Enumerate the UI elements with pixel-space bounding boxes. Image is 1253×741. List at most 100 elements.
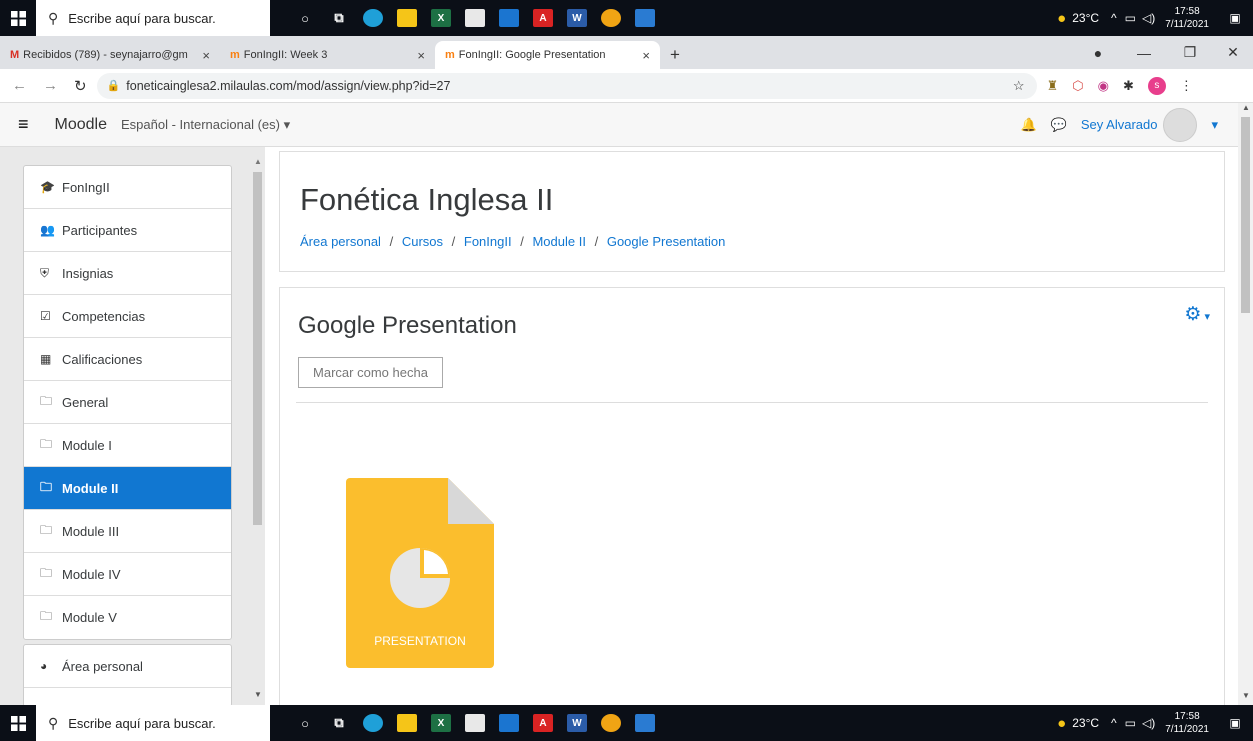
sidebar-scrollbar[interactable]: ▲ ▼ — [252, 157, 263, 699]
sidebar-item-dashboard[interactable]: ◕ Área personal — [24, 645, 231, 688]
close-tab-icon[interactable]: × — [417, 48, 425, 63]
sidebar-item-competencias[interactable]: ☑ Competencias — [24, 295, 231, 338]
sidebar-item-module-3[interactable]: 🗀 Module III — [24, 510, 231, 553]
tab-gmail[interactable]: M Recibidos (789) - seynajarro@gm × — [0, 41, 220, 69]
shield-icon: ⛨ — [40, 265, 50, 280]
weather-temp: 23°C — [1072, 11, 1100, 25]
close-tab-icon[interactable]: × — [202, 48, 210, 63]
tray-chevron-icon[interactable]: ^ — [1111, 716, 1117, 730]
scroll-up-icon[interactable]: ▲ — [1242, 103, 1250, 112]
edge-icon[interactable] — [356, 705, 390, 741]
breadcrumb-item[interactable]: Área personal — [300, 234, 381, 249]
sidebar-item-module-4[interactable]: 🗀 Module IV — [24, 553, 231, 596]
breadcrumb-item[interactable]: Cursos — [402, 234, 443, 249]
avatar — [1163, 107, 1198, 142]
chrome-icon[interactable] — [594, 705, 628, 741]
store-icon[interactable] — [458, 705, 492, 741]
breadcrumb-item[interactable]: Module II — [532, 234, 585, 249]
acrobat-icon[interactable]: A — [526, 0, 560, 36]
taskbar-search-input[interactable]: ⚲ Escribe aquí para buscar. — [36, 0, 270, 36]
mark-done-button[interactable]: Marcar como hecha — [298, 357, 443, 388]
sidebar-item-module-1[interactable]: 🗀 Module I — [24, 424, 231, 467]
moodle-brand[interactable]: Moodle — [55, 116, 107, 134]
breadcrumb-item[interactable]: FonIngII — [464, 234, 512, 249]
excel-icon[interactable]: X — [424, 705, 458, 741]
sidebar-item-calificaciones[interactable]: ▦ Calificaciones — [24, 338, 231, 381]
extension-icon[interactable]: ⬡ — [1072, 78, 1083, 94]
mail-icon[interactable] — [492, 0, 526, 36]
sidebar-item-general[interactable]: 🗀 General — [24, 381, 231, 424]
sidebar-item-module-2[interactable]: 🗀 Module II — [24, 467, 231, 510]
excel-icon[interactable]: X — [424, 0, 458, 36]
acrobat-icon[interactable]: A — [526, 705, 560, 741]
tab-google-presentation[interactable]: m FonIngII: Google Presentation × — [435, 41, 660, 69]
presentation-file-icon[interactable]: PRESENTATION — [346, 478, 494, 668]
sidebar-item-participantes[interactable]: 👥 Participantes — [24, 209, 231, 252]
browser-menu-icon[interactable]: ⋮ — [1180, 78, 1193, 94]
notifications-icon[interactable]: ▣ — [1217, 11, 1253, 25]
hamburger-menu-icon[interactable]: ≡ — [18, 114, 29, 135]
minimize-icon[interactable]: — — [1121, 45, 1167, 61]
windows-start-icon[interactable] — [0, 705, 36, 741]
site-nav-list: ◕ Área personal — [23, 644, 232, 707]
chrome-icon[interactable] — [594, 0, 628, 36]
bookmark-star-icon[interactable]: ☆ — [1013, 78, 1025, 94]
task-view-icon[interactable]: ⧉ — [322, 0, 356, 36]
cortana-icon[interactable]: ○ — [288, 0, 322, 36]
cortana-icon[interactable]: ○ — [288, 705, 322, 741]
search-icon: ⚲ — [48, 714, 59, 731]
page-scrollbar[interactable]: ▲ ▼ — [1238, 103, 1253, 705]
folder-icon: 🗀 — [40, 436, 53, 451]
main-region: Fonética Inglesa II Área personal / Curs… — [265, 147, 1238, 712]
moodle-icon: m — [230, 49, 240, 61]
messages-icon[interactable]: 💬 — [1051, 117, 1067, 133]
close-tab-icon[interactable]: × — [642, 48, 650, 63]
tray-chevron-icon[interactable]: ^ — [1111, 11, 1117, 25]
breadcrumb-item[interactable]: Google Presentation — [607, 234, 726, 249]
maximize-icon[interactable]: ❐ — [1167, 44, 1213, 61]
taskbar-clock[interactable]: 17:58 7/11/2021 — [1165, 710, 1209, 736]
edge-icon[interactable] — [356, 0, 390, 36]
sidebar-item-course[interactable]: 🎓 FonIngII — [24, 166, 231, 209]
scroll-up-icon[interactable]: ▲ — [254, 157, 262, 166]
volume-icon[interactable]: ◁) — [1142, 716, 1155, 730]
language-menu[interactable]: Español - Internacional (es) ▾ — [121, 117, 290, 133]
new-tab-button[interactable]: + — [660, 41, 690, 69]
mail-icon[interactable] — [492, 705, 526, 741]
store-icon[interactable] — [458, 0, 492, 36]
scroll-down-icon[interactable]: ▼ — [1242, 691, 1250, 700]
photos-icon[interactable] — [628, 0, 662, 36]
notifications-bell-icon[interactable]: 🔔 — [1020, 117, 1036, 133]
word-icon[interactable]: W — [560, 705, 594, 741]
notifications-icon[interactable]: ▣ — [1217, 716, 1253, 730]
settings-gear-icon[interactable]: ⚙ ▾ — [1184, 303, 1210, 326]
scroll-down-icon[interactable]: ▼ — [254, 690, 262, 699]
url-input[interactable]: 🔒 foneticainglesa2.milaulas.com/mod/assi… — [96, 72, 1037, 99]
reload-icon[interactable]: ↻ — [74, 77, 87, 95]
taskbar-clock[interactable]: 17:58 7/11/2021 — [1165, 5, 1209, 31]
back-icon[interactable]: ← — [12, 77, 27, 94]
sidebar-item-module-5[interactable]: 🗀 Module V — [24, 596, 231, 639]
file-explorer-icon[interactable] — [390, 0, 424, 36]
tab-search-icon[interactable]: ● — [1075, 45, 1121, 61]
extensions-puzzle-icon[interactable]: ✱ — [1123, 78, 1134, 94]
file-type-label: PRESENTATION — [374, 634, 466, 648]
volume-icon[interactable]: ◁) — [1142, 11, 1155, 25]
weather-icon: ● — [1057, 714, 1067, 732]
check-square-icon: ☑ — [40, 309, 51, 323]
forward-icon[interactable]: → — [43, 77, 58, 94]
user-menu[interactable]: Sey Alvarado ▾ — [1081, 107, 1218, 142]
file-explorer-icon[interactable] — [390, 705, 424, 741]
close-window-icon[interactable]: ✕ — [1213, 44, 1253, 61]
sidebar-item-insignias[interactable]: ⛨ Insignias — [24, 252, 231, 295]
chevron-down-icon: ▾ — [1211, 116, 1218, 132]
extension-icon[interactable]: ◉ — [1098, 78, 1109, 94]
profile-avatar[interactable]: s — [1147, 76, 1166, 95]
task-view-icon[interactable]: ⧉ — [322, 705, 356, 741]
word-icon[interactable]: W — [560, 0, 594, 36]
taskbar-search-input[interactable]: ⚲ Escribe aquí para buscar. — [36, 705, 270, 741]
photos-icon[interactable] — [628, 705, 662, 741]
tab-week3[interactable]: m FonIngII: Week 3 × — [220, 41, 435, 69]
windows-start-icon[interactable] — [0, 0, 36, 36]
extension-icon[interactable]: ♜ — [1047, 78, 1059, 94]
